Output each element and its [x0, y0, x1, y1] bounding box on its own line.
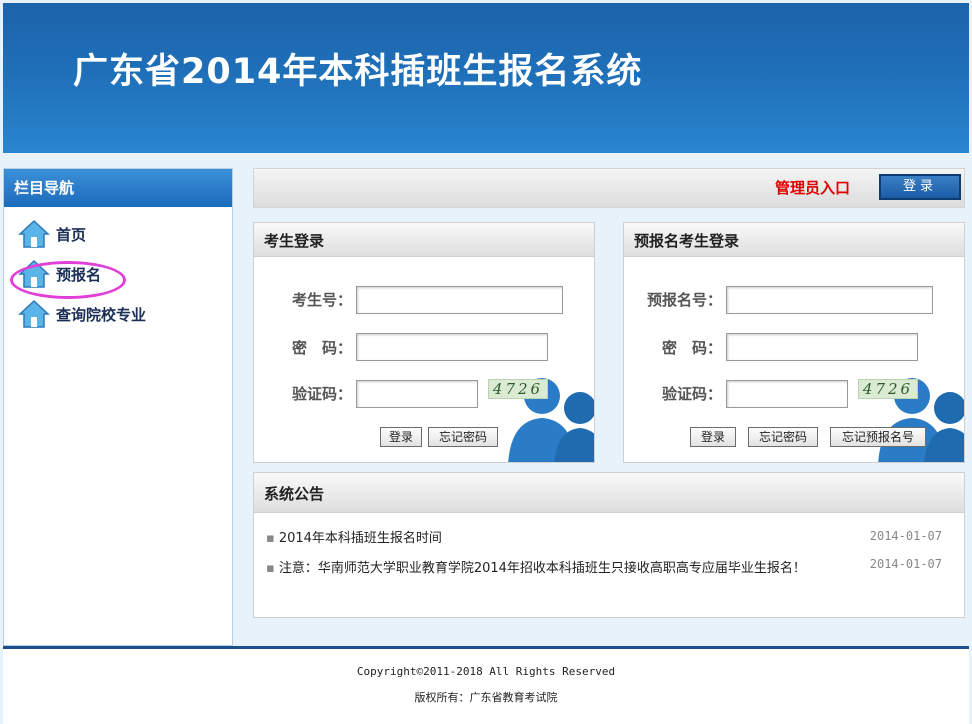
highlight-annotation [10, 261, 126, 299]
captcha-image[interactable]: 4726 [488, 379, 548, 399]
candidate-id-label: 考生号： [291, 291, 352, 309]
bullet-icon: ▪ [266, 561, 275, 576]
notice-panel: 系统公告 ▪ 2014年本科插班生报名时间 2014-01-07 ▪ 注意：华南师范… [253, 472, 965, 618]
notice-date: 2014-01-07 [869, 529, 942, 543]
prereg-forgot-number-button[interactable]: 忘记预报名号 [830, 427, 926, 447]
sidebar-item-label: 查询院校专业 [56, 305, 147, 324]
prereg-forgot-password-button[interactable]: 忘记密码 [748, 427, 818, 447]
candidate-password-label: 密 码： [291, 339, 352, 357]
prereg-captcha-input[interactable] [726, 380, 848, 408]
page-frame: 广东省2014年本科插班生报名系统 栏目导航 首页 预报名 查询院校专业 管理员… [0, 0, 972, 724]
candidate-captcha-input[interactable] [356, 380, 478, 408]
owner-text: 版权所有：广东省教育考试院 [414, 691, 558, 704]
prereg-captcha-label: 验证码： [661, 385, 722, 403]
candidate-password-input[interactable] [356, 333, 548, 361]
candidate-forgot-password-button[interactable]: 忘记密码 [428, 427, 498, 447]
admin-bar: 管理员入口 登录 [253, 168, 965, 208]
sidebar-item-home[interactable]: 首页 [18, 219, 86, 249]
header-banner: 广东省2014年本科插班生报名系统 [3, 3, 969, 153]
notice-title: 系统公告 [254, 473, 964, 513]
admin-login-button[interactable]: 登录 [879, 174, 961, 200]
site-title: 广东省2014年本科插班生报名系统 [73, 52, 643, 92]
captcha-image[interactable]: 4726 [858, 379, 918, 399]
prereg-id-label: 预报名号： [646, 291, 722, 309]
candidate-login-panel: 考生登录 考生号： 密 码： 验证码： 4726 登录 忘记密码 [253, 222, 595, 463]
notice-date: 2014-01-07 [869, 557, 942, 571]
notice-text: 注意：华南师范大学职业教育学院2014年招收本科插班生只接收高职高专应届毕业生报… [278, 561, 806, 576]
candidate-captcha-label: 验证码： [291, 385, 352, 403]
home-icon [18, 299, 50, 328]
prereg-id-input[interactable] [726, 286, 933, 314]
sidebar: 栏目导航 首页 预报名 查询院校专业 [3, 168, 233, 646]
copyright-text: Copyright©2011-2018 All Rights Reserved [356, 665, 616, 678]
prereg-password-input[interactable] [726, 333, 918, 361]
notice-item[interactable]: ▪ 注意：华南师范大学职业教育学院2014年招收本科插班生只接收高职高专应届毕业生… [266, 555, 816, 583]
candidate-login-title: 考生登录 [254, 223, 594, 257]
notice-item[interactable]: ▪ 2014年本科插班生报名时间 [266, 527, 442, 546]
sidebar-title: 栏目导航 [4, 169, 232, 207]
home-icon [18, 219, 50, 248]
candidate-id-input[interactable] [356, 286, 563, 314]
candidate-login-button[interactable]: 登录 [380, 427, 422, 447]
bullet-icon: ▪ [266, 531, 275, 546]
prereg-login-panel: 预报名考生登录 预报名号： 密 码： 验证码： 4726 登录 忘记密码 忘记预… [623, 222, 965, 463]
footer: Copyright©2011-2018 All Rights Reserved … [3, 649, 969, 724]
sidebar-item-query-majors[interactable]: 查询院校专业 [18, 299, 146, 329]
sidebar-item-label: 首页 [56, 225, 87, 244]
admin-entry-label: 管理员入口 [774, 179, 850, 197]
prereg-password-label: 密 码： [661, 339, 722, 357]
prereg-login-title: 预报名考生登录 [624, 223, 964, 257]
prereg-login-button[interactable]: 登录 [690, 427, 736, 447]
notice-text: 2014年本科插班生报名时间 [278, 531, 442, 546]
